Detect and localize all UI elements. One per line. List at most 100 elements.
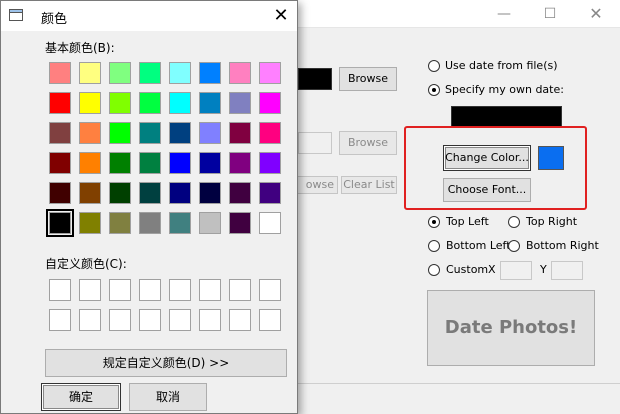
- basic-colors-label: 基本颜色(B):: [45, 41, 115, 55]
- color-swatch[interactable]: [259, 122, 281, 144]
- color-swatch[interactable]: [169, 212, 191, 234]
- color-swatch[interactable]: [79, 152, 101, 174]
- color-swatch[interactable]: [259, 212, 281, 234]
- color-swatch[interactable]: [49, 62, 71, 84]
- custom-color-swatch[interactable]: [79, 309, 101, 331]
- color-swatch[interactable]: [109, 182, 131, 204]
- custom-y-input[interactable]: [551, 261, 583, 280]
- color-swatch[interactable]: [229, 92, 251, 114]
- specify-own-date-radio[interactable]: [428, 84, 440, 96]
- position-top-left-label: Top Left: [446, 215, 489, 228]
- window-icon: [9, 9, 23, 21]
- custom-color-swatch[interactable]: [259, 279, 281, 301]
- custom-color-swatch[interactable]: [79, 279, 101, 301]
- position-custom-radio[interactable]: [428, 264, 440, 276]
- color-swatch[interactable]: [259, 152, 281, 174]
- position-top-right-radio[interactable]: [508, 216, 520, 228]
- file-path-field[interactable]: [298, 132, 332, 154]
- color-swatch[interactable]: [199, 152, 221, 174]
- date-input[interactable]: [451, 106, 562, 128]
- change-color-button[interactable]: Change Color...: [443, 145, 531, 171]
- position-top-right-label: Top Right: [526, 215, 578, 228]
- cancel-button[interactable]: 取消: [129, 383, 207, 411]
- color-swatch[interactable]: [109, 152, 131, 174]
- color-swatch[interactable]: [259, 62, 281, 84]
- color-swatch[interactable]: [79, 92, 101, 114]
- color-swatch[interactable]: [139, 152, 161, 174]
- color-swatch[interactable]: [139, 92, 161, 114]
- color-swatch[interactable]: [169, 62, 191, 84]
- use-date-from-file-radio[interactable]: [428, 60, 440, 72]
- color-swatch[interactable]: [139, 62, 161, 84]
- custom-color-swatch[interactable]: [229, 309, 251, 331]
- custom-color-swatch[interactable]: [199, 279, 221, 301]
- browse-button[interactable]: Browse: [339, 67, 397, 91]
- color-swatch[interactable]: [199, 122, 221, 144]
- color-swatch[interactable]: [229, 62, 251, 84]
- maximize-icon[interactable]: ☐: [527, 0, 573, 28]
- custom-color-swatch[interactable]: [169, 309, 191, 331]
- color-swatch[interactable]: [229, 212, 251, 234]
- color-swatch[interactable]: [169, 122, 191, 144]
- custom-color-swatch[interactable]: [109, 309, 131, 331]
- dialog-title: 颜色: [41, 12, 68, 27]
- custom-color-swatch[interactable]: [49, 279, 71, 301]
- custom-color-swatch[interactable]: [259, 309, 281, 331]
- color-swatch[interactable]: [199, 92, 221, 114]
- custom-color-swatch[interactable]: [199, 309, 221, 331]
- color-swatch[interactable]: [199, 62, 221, 84]
- color-swatch[interactable]: [169, 182, 191, 204]
- custom-color-swatch[interactable]: [49, 309, 71, 331]
- color-swatch[interactable]: [49, 122, 71, 144]
- color-swatch[interactable]: [109, 122, 131, 144]
- folder-path-field[interactable]: [298, 68, 332, 90]
- color-swatch[interactable]: [79, 212, 101, 234]
- choose-font-button[interactable]: Choose Font...: [443, 178, 531, 202]
- custom-x-input[interactable]: [500, 261, 532, 280]
- custom-color-swatch[interactable]: [229, 279, 251, 301]
- dialog-titlebar: 颜色 ✕: [1, 1, 297, 31]
- custom-colors-label: 自定义颜色(C):: [45, 257, 127, 271]
- color-swatch[interactable]: [109, 212, 131, 234]
- color-swatch[interactable]: [46, 209, 74, 237]
- position-top-left-radio[interactable]: [428, 216, 440, 228]
- color-swatch[interactable]: [169, 92, 191, 114]
- color-swatch[interactable]: [49, 92, 71, 114]
- color-swatch[interactable]: [49, 152, 71, 174]
- custom-color-swatch[interactable]: [139, 309, 161, 331]
- define-custom-colors-button[interactable]: 规定自定义颜色(D) >>: [45, 349, 287, 377]
- color-swatch[interactable]: [229, 122, 251, 144]
- close-icon[interactable]: ✕: [267, 3, 295, 29]
- color-swatch[interactable]: [49, 182, 71, 204]
- color-swatch[interactable]: [229, 182, 251, 204]
- color-swatch[interactable]: [199, 212, 221, 234]
- color-swatch[interactable]: [169, 152, 191, 174]
- position-bottom-right-radio[interactable]: [508, 240, 520, 252]
- color-swatch[interactable]: [139, 122, 161, 144]
- color-swatch[interactable]: [79, 62, 101, 84]
- color-swatch[interactable]: [79, 182, 101, 204]
- color-swatch[interactable]: [199, 182, 221, 204]
- custom-color-swatch[interactable]: [109, 279, 131, 301]
- custom-color-swatch[interactable]: [169, 279, 191, 301]
- custom-color-swatch[interactable]: [139, 279, 161, 301]
- color-swatch[interactable]: [229, 152, 251, 174]
- clear-list-button[interactable]: Clear List: [341, 176, 397, 194]
- font-color-preview: [538, 146, 564, 170]
- date-photos-button[interactable]: Date Photos!: [427, 290, 595, 366]
- color-swatch[interactable]: [259, 182, 281, 204]
- color-swatch[interactable]: [79, 122, 101, 144]
- specify-own-date-label: Specify my own date:: [445, 83, 564, 96]
- color-swatch[interactable]: [139, 182, 161, 204]
- color-swatch[interactable]: [109, 62, 131, 84]
- color-swatch[interactable]: [139, 212, 161, 234]
- color-swatch[interactable]: [259, 92, 281, 114]
- ok-button[interactable]: 确定: [41, 383, 121, 411]
- minimize-icon[interactable]: —: [481, 0, 527, 28]
- color-swatch[interactable]: [109, 92, 131, 114]
- close-window-icon[interactable]: ✕: [573, 0, 619, 28]
- custom-x-label: X: [488, 263, 496, 276]
- position-bottom-left-radio[interactable]: [428, 240, 440, 252]
- position-bottom-left-label: Bottom Left: [446, 239, 511, 252]
- browse-file-button[interactable]: Browse: [339, 131, 397, 155]
